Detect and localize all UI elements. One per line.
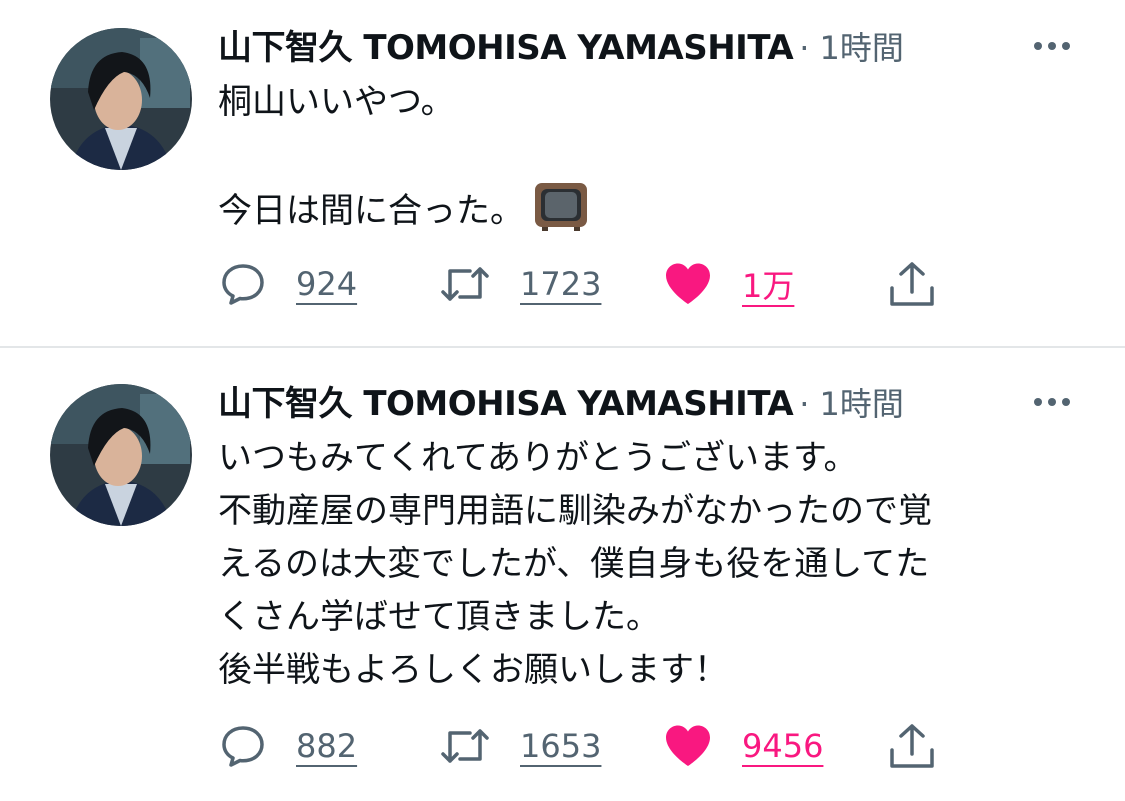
share-icon: [890, 724, 934, 768]
reply-button[interactable]: 882: [220, 716, 357, 776]
share-icon: [890, 262, 934, 306]
tweet-header: 山下智久 TOMOHISA YAMASHITA · 1時間: [218, 20, 904, 72]
reply-button[interactable]: 924: [220, 254, 357, 314]
retweet-button[interactable]: 1723: [440, 254, 601, 314]
avatar[interactable]: [50, 384, 192, 526]
retweet-count[interactable]: 1653: [520, 727, 601, 765]
tweet-text-content: 桐山いいやつ。 今日は間に合った。: [218, 82, 524, 231]
tweet-actions: 924 1723 1万: [0, 254, 1125, 314]
television-emoji: [534, 182, 588, 248]
retweet-button[interactable]: 1653: [440, 716, 601, 776]
like-count[interactable]: 9456: [742, 727, 823, 765]
reply-count[interactable]: 882: [296, 727, 357, 765]
like-button[interactable]: 9456: [664, 716, 823, 776]
like-count[interactable]: 1万: [742, 261, 794, 307]
reply-icon: [222, 264, 264, 305]
avatar-image: [50, 384, 192, 526]
like-button[interactable]: 1万: [664, 254, 794, 314]
timestamp[interactable]: · 1時間: [799, 379, 904, 425]
share-button[interactable]: [888, 716, 936, 776]
reply-count[interactable]: 924: [296, 265, 357, 303]
author-name[interactable]: 山下智久 TOMOHISA YAMASHITA: [218, 376, 794, 425]
tweet-text: 桐山いいやつ。 今日は間に合った。: [218, 76, 1078, 248]
retweet-count[interactable]: 1723: [520, 265, 601, 303]
tweet-header: 山下智久 TOMOHISA YAMASHITA · 1時間: [218, 376, 904, 428]
more-options-icon[interactable]: [1030, 392, 1074, 412]
retweet-icon: [441, 729, 489, 763]
timestamp[interactable]: · 1時間: [799, 23, 904, 69]
tweet-text: いつもみてくれてありがとうございます。 不動産屋の専門用語に馴染みがなかったので…: [218, 432, 1078, 697]
reply-icon: [222, 726, 264, 767]
timeline-feed: 山下智久 TOMOHISA YAMASHITA · 1時間 桐山いいやつ。 今日…: [0, 0, 1125, 801]
tweet[interactable]: 山下智久 TOMOHISA YAMASHITA · 1時間 桐山いいやつ。 今日…: [0, 0, 1125, 347]
retweet-icon: [441, 267, 489, 301]
heart-icon: [666, 263, 710, 304]
more-options-icon[interactable]: [1030, 36, 1074, 56]
tweet[interactable]: 山下智久 TOMOHISA YAMASHITA · 1時間 いつもみてくれてあり…: [0, 348, 1125, 801]
avatar[interactable]: [50, 28, 192, 170]
heart-icon: [666, 725, 710, 766]
avatar-image: [50, 28, 192, 170]
share-button[interactable]: [888, 254, 936, 314]
tweet-actions: 882 1653 9456: [0, 716, 1125, 776]
tweet-text-content: いつもみてくれてありがとうございます。 不動産屋の専門用語に馴染みがなかったので…: [218, 438, 932, 690]
author-name[interactable]: 山下智久 TOMOHISA YAMASHITA: [218, 20, 794, 69]
